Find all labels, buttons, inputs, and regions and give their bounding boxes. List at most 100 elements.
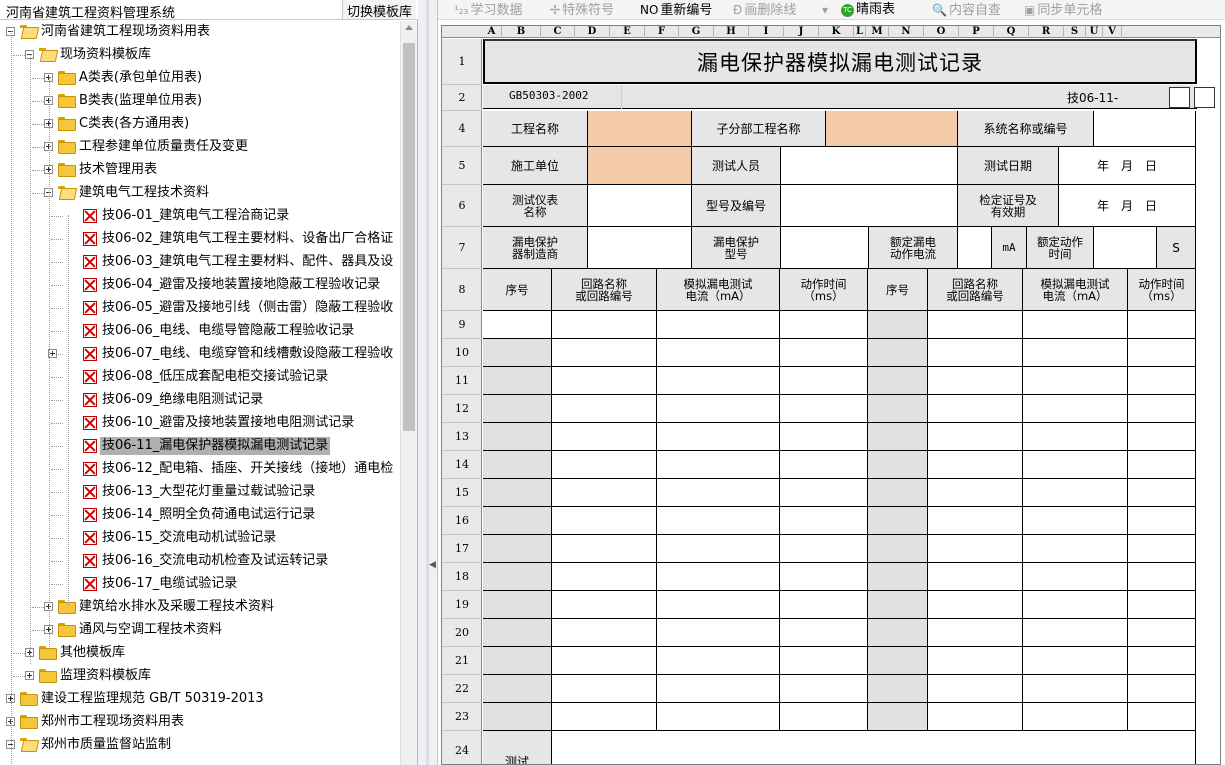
tree-item-folder[interactable]: 建设工程监理规范 GB/T 50319-2013 (0, 688, 400, 711)
test-table-cell[interactable] (780, 395, 868, 423)
test-table-cell[interactable] (657, 339, 780, 367)
test-table-cell[interactable] (780, 507, 868, 535)
expand-toggle-icon[interactable] (25, 671, 34, 680)
row-number[interactable]: 24 (442, 731, 482, 764)
rated-time-input[interactable] (1094, 227, 1157, 269)
test-table-cell[interactable] (868, 563, 928, 591)
test-table-cell[interactable] (928, 647, 1023, 675)
row-number[interactable]: 9 (442, 311, 482, 339)
tree-item-document[interactable]: 技06-15_交流电动机试验记录 (0, 527, 400, 550)
content-check-button[interactable]: 🔍 内容自查 (932, 1, 1001, 19)
row-number[interactable]: 15 (442, 479, 482, 507)
test-table-cell[interactable] (1128, 591, 1196, 619)
row-number[interactable]: 22 (442, 675, 482, 703)
study-data-button[interactable]: ¹₂₃ 学习数据 (454, 1, 522, 19)
test-table-cell[interactable] (1128, 647, 1196, 675)
test-table-cell[interactable] (780, 339, 868, 367)
test-table-cell[interactable] (552, 591, 657, 619)
test-table-cell[interactable] (552, 507, 657, 535)
tree-item-document[interactable]: 技06-03_建筑电气工程主要材料、配件、器具及设 (0, 251, 400, 274)
test-table-cell[interactable] (780, 619, 868, 647)
tree-item-document[interactable]: 技06-06_电线、电缆导管隐蔽工程验收记录 (0, 320, 400, 343)
test-table-cell[interactable] (1023, 675, 1128, 703)
row-number[interactable]: 5 (442, 147, 482, 185)
test-table-cell[interactable] (780, 703, 868, 731)
column-letter[interactable]: B (502, 26, 541, 38)
test-table-cell[interactable] (657, 395, 780, 423)
test-table-cell[interactable] (1128, 311, 1196, 339)
tree-item-folder[interactable]: A类表(承包单位用表) (0, 67, 400, 90)
test-table-cell[interactable] (483, 591, 552, 619)
test-table-cell[interactable] (868, 339, 928, 367)
column-letter[interactable]: D (575, 26, 610, 38)
test-table-cell[interactable] (483, 675, 552, 703)
test-table-cell[interactable] (1128, 423, 1196, 451)
test-table-cell[interactable] (1128, 451, 1196, 479)
code-box-2[interactable] (1194, 87, 1215, 108)
test-table-cell[interactable] (928, 311, 1023, 339)
column-letter[interactable]: K (819, 26, 854, 38)
test-table-cell[interactable] (657, 311, 780, 339)
model-serial-input[interactable] (781, 185, 958, 227)
tree-item-document[interactable]: 技06-12_配电箱、插座、开关接线（接地）通电检 (0, 458, 400, 481)
column-letter[interactable]: O (924, 26, 959, 38)
test-table-cell[interactable] (868, 703, 928, 731)
test-table-cell[interactable] (657, 367, 780, 395)
test-table-cell[interactable] (657, 479, 780, 507)
project-name-input[interactable] (588, 111, 692, 147)
tree-item-folder[interactable]: 建筑电气工程技术资料 (0, 182, 400, 205)
test-table-cell[interactable] (552, 479, 657, 507)
special-symbol-button[interactable]: ✢ 特殊符号 (550, 1, 614, 19)
test-table-cell[interactable] (1128, 479, 1196, 507)
test-table-cell[interactable] (1128, 367, 1196, 395)
certificate-date-input[interactable]: 年 月 日 (1059, 185, 1196, 227)
splitter-bar[interactable] (426, 0, 429, 765)
test-table-cell[interactable] (780, 647, 868, 675)
test-table-cell[interactable] (1023, 479, 1128, 507)
test-table-cell[interactable] (780, 367, 868, 395)
test-table-cell[interactable] (868, 395, 928, 423)
tree-item-folder[interactable]: 现场资料模板库 (0, 44, 400, 67)
test-table-cell[interactable] (552, 563, 657, 591)
row-number[interactable]: 8 (442, 269, 482, 311)
tree-item-document[interactable]: 技06-17_电缆试验记录 (0, 573, 400, 596)
test-table-cell[interactable] (1128, 535, 1196, 563)
row-number[interactable]: 21 (442, 647, 482, 675)
test-table-cell[interactable] (1023, 311, 1128, 339)
test-table-cell[interactable] (1023, 395, 1128, 423)
tree-item-document[interactable]: 技06-01_建筑电气工程洽商记录 (0, 205, 400, 228)
tree-item-document[interactable]: 技06-02_建筑电气工程主要材料、设备出厂合格证 (0, 228, 400, 251)
column-letter[interactable]: U (1086, 26, 1103, 38)
test-table-cell[interactable] (1128, 395, 1196, 423)
test-table-cell[interactable] (657, 451, 780, 479)
rated-current-input[interactable] (958, 227, 992, 269)
column-letter[interactable]: L (854, 26, 866, 38)
test-table-cell[interactable] (868, 647, 928, 675)
tree-item-document[interactable]: 技06-11_漏电保护器模拟漏电测试记录 (0, 435, 400, 458)
column-letter[interactable]: H (714, 26, 749, 38)
test-table-cell[interactable] (483, 563, 552, 591)
test-table-cell[interactable] (868, 367, 928, 395)
test-table-cell[interactable] (1023, 507, 1128, 535)
test-table-cell[interactable] (1128, 675, 1196, 703)
test-table-cell[interactable] (483, 451, 552, 479)
test-table-cell[interactable] (657, 535, 780, 563)
test-table-cell[interactable] (1128, 563, 1196, 591)
more-dropdown-button[interactable]: ▾ (822, 1, 830, 19)
test-table-cell[interactable] (483, 423, 552, 451)
test-table-cell[interactable] (928, 479, 1023, 507)
test-table-cell[interactable] (928, 563, 1023, 591)
tree-item-document[interactable]: 技06-10_避雷及接地装置接地电阻测试记录 (0, 412, 400, 435)
test-table-cell[interactable] (868, 479, 928, 507)
construction-unit-input[interactable] (588, 147, 692, 185)
test-table-cell[interactable] (483, 339, 552, 367)
tree-item-document[interactable]: 技06-14_照明全负荷通电试运行记录 (0, 504, 400, 527)
test-table-cell[interactable] (928, 703, 1023, 731)
test-table-cell[interactable] (657, 591, 780, 619)
row-number[interactable]: 1 (442, 39, 482, 85)
test-table-cell[interactable] (928, 675, 1023, 703)
test-table-cell[interactable] (1023, 563, 1128, 591)
test-table-cell[interactable] (928, 395, 1023, 423)
test-table-cell[interactable] (868, 591, 928, 619)
tree-item-folder[interactable]: 郑州市工程现场资料用表 (0, 711, 400, 734)
